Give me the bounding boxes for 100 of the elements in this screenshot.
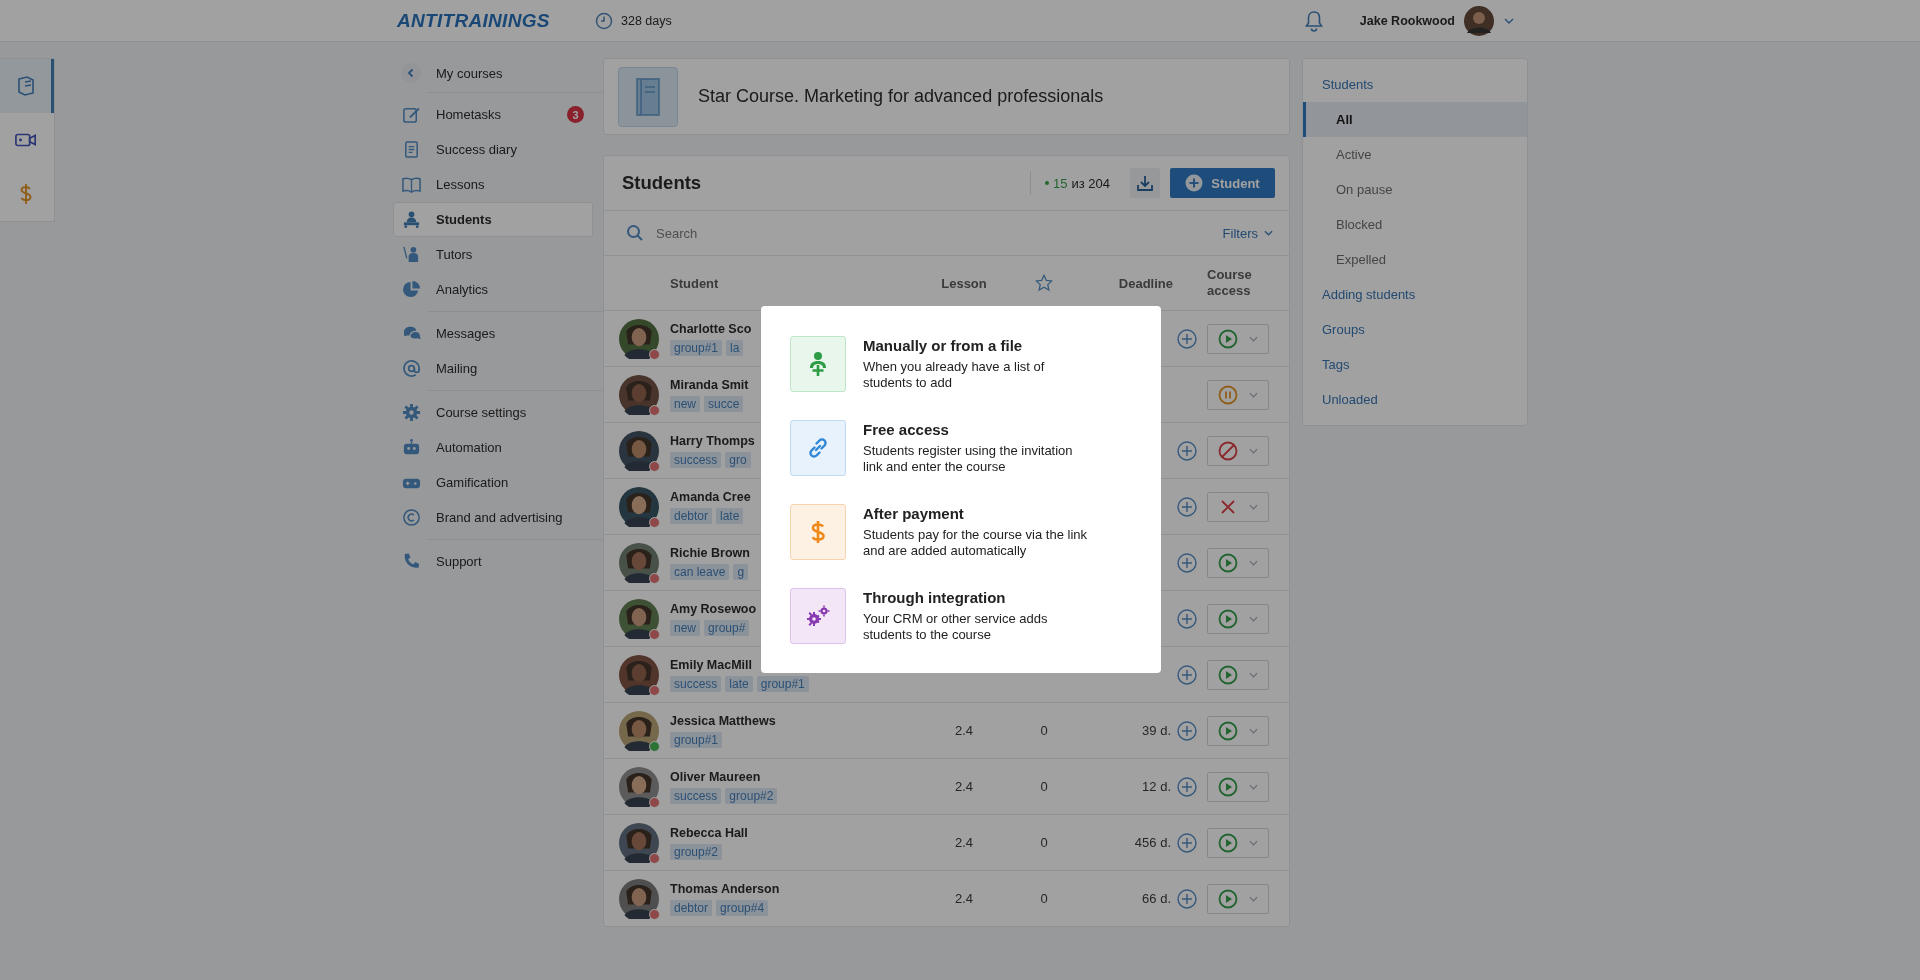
my-courses-link[interactable]: My courses (436, 65, 503, 81)
student-name[interactable]: Rebecca Hall (670, 825, 748, 840)
tag[interactable]: new (670, 395, 700, 412)
side-menu-item[interactable]: Unloaded (1303, 382, 1527, 417)
filter-item[interactable]: Expelled (1303, 242, 1527, 277)
add-time-button[interactable] (1177, 776, 1197, 797)
tag[interactable]: group#1 (670, 731, 723, 748)
tag[interactable]: debtor (670, 899, 713, 916)
option-item[interactable]: Manually or from a file When you already have a list of students to add (790, 336, 1161, 392)
student-icon (402, 210, 421, 229)
filters-dropdown[interactable]: Filters (1222, 225, 1273, 241)
nav-item[interactable]: Lessons (393, 167, 593, 202)
student-name[interactable]: Emily MacMill (670, 657, 752, 672)
access-dropdown[interactable] (1207, 771, 1269, 802)
option-item[interactable]: Through integration Your CRM or other service adds students to the course (790, 588, 1161, 644)
option-item[interactable]: After payment Students pay for the course via the link and are added automatically (790, 504, 1161, 560)
filter-item[interactable]: All (1303, 102, 1527, 137)
nav-item[interactable]: Success diary (393, 132, 593, 167)
rail-item[interactable] (0, 59, 54, 113)
tag[interactable]: group#4 (716, 899, 769, 916)
filter-item[interactable]: Active (1303, 137, 1527, 172)
tag[interactable]: gro (725, 451, 751, 468)
add-time-button[interactable] (1177, 720, 1197, 741)
tag[interactable]: la (726, 339, 744, 356)
caret-icon[interactable] (1504, 17, 1514, 24)
nav-item[interactable]: Students (393, 202, 593, 237)
tag[interactable]: group#2 (670, 843, 723, 860)
phone-icon (402, 552, 421, 571)
tag[interactable]: success (670, 451, 722, 468)
access-dropdown[interactable] (1207, 883, 1269, 914)
caret-icon (1249, 727, 1259, 734)
student-name[interactable]: Thomas Anderson (670, 881, 780, 896)
tag[interactable]: g (733, 563, 749, 580)
tag[interactable]: success (670, 675, 722, 692)
side-menu-item[interactable]: Tags (1303, 347, 1527, 382)
nav-item[interactable]: Gamification (393, 465, 593, 500)
access-dropdown[interactable] (1207, 379, 1269, 410)
search-field[interactable]: Search (654, 224, 1223, 242)
access-dropdown[interactable] (1207, 603, 1269, 634)
tag[interactable]: can leave (670, 563, 730, 580)
access-dropdown[interactable] (1207, 659, 1269, 690)
nav-item[interactable]: Mailing (393, 351, 593, 386)
student-name[interactable]: Charlotte Sco (670, 321, 752, 336)
table-cell: 2.4 (954, 723, 974, 738)
user-name[interactable]: Jake Rookwood (1359, 13, 1455, 28)
nav-item[interactable]: Support (393, 544, 593, 579)
access-dropdown[interactable] (1207, 827, 1269, 858)
add-time-button[interactable] (1177, 440, 1197, 461)
logo[interactable]: ANTITRAININGS (397, 9, 595, 32)
tag[interactable]: group#2 (725, 787, 778, 804)
side-menu-item[interactable]: Adding students (1303, 277, 1527, 312)
tag[interactable]: new (670, 619, 700, 636)
filter-item[interactable]: Blocked (1303, 207, 1527, 242)
add-time-button[interactable] (1177, 496, 1197, 517)
access-dropdown[interactable] (1207, 715, 1269, 746)
caret-icon (1249, 615, 1259, 622)
nav-item[interactable]: Hometasks 3 (393, 97, 593, 132)
add-time-button[interactable] (1177, 552, 1197, 573)
nav-item[interactable]: Course settings (393, 395, 593, 430)
tag[interactable]: success (670, 787, 722, 804)
tag[interactable]: group#1 (670, 339, 723, 356)
add-time-button[interactable] (1177, 664, 1197, 685)
student-name[interactable]: Amanda Cree (670, 489, 751, 504)
notification-bell-icon[interactable] (1303, 9, 1324, 32)
add-time-button[interactable] (1177, 328, 1197, 349)
student-name[interactable]: Miranda Smit (670, 377, 749, 392)
side-menu-item[interactable]: Groups (1303, 312, 1527, 347)
tag[interactable]: late (716, 507, 744, 524)
tag[interactable]: succe (704, 395, 744, 412)
tag[interactable]: group# (704, 619, 750, 636)
add-time-button[interactable] (1177, 832, 1197, 853)
student-name[interactable]: Jessica Matthews (670, 713, 776, 728)
course-title: Star Course. Marketing for advanced professionals (698, 86, 1104, 107)
tag[interactable]: debtor (670, 507, 713, 524)
plus-icon (1185, 174, 1204, 192)
add-student-button[interactable]: Student (1170, 168, 1275, 198)
nav-item[interactable]: Messages (393, 316, 593, 351)
filter-item[interactable]: On pause (1303, 172, 1527, 207)
add-time-button[interactable] (1177, 888, 1197, 909)
access-dropdown[interactable] (1207, 547, 1269, 578)
student-name[interactable]: Oliver Maureen (670, 769, 761, 784)
nav-item[interactable]: Automation (393, 430, 593, 465)
nav-item[interactable]: Brand and advertising (393, 500, 593, 535)
nav-item[interactable]: Tutors (393, 237, 593, 272)
column-header: Course access (1207, 266, 1253, 300)
nav-item[interactable]: Analytics (393, 272, 593, 307)
access-dropdown[interactable] (1207, 323, 1269, 354)
pie-chart-icon (402, 280, 421, 299)
tag[interactable]: late (725, 675, 753, 692)
access-dropdown[interactable] (1207, 491, 1269, 522)
side-menu-item[interactable]: Students (1303, 67, 1527, 102)
student-name[interactable]: Amy Rosewoo (670, 601, 757, 616)
access-dropdown[interactable] (1207, 435, 1269, 466)
download-button[interactable] (1130, 168, 1160, 198)
add-time-button[interactable] (1177, 608, 1197, 629)
student-name[interactable]: Harry Thomps (670, 433, 755, 448)
back-button[interactable] (401, 63, 421, 83)
tag[interactable]: group#1 (756, 675, 809, 692)
option-item[interactable]: Free access Students register using the invitation link and enter the course (790, 420, 1161, 476)
student-name[interactable]: Richie Brown (670, 545, 750, 560)
